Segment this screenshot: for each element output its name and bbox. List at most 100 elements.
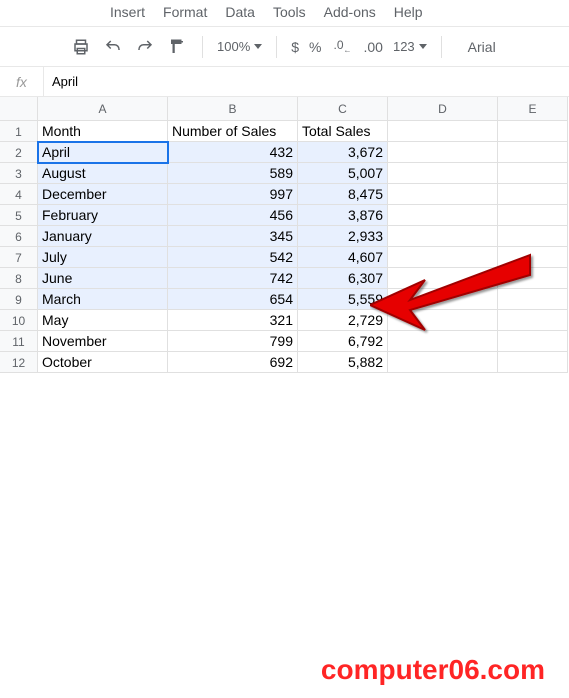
cell-A6[interactable]: January — [38, 226, 168, 247]
cell-B7[interactable]: 542 — [168, 247, 298, 268]
cell-A7[interactable]: July — [38, 247, 168, 268]
print-icon[interactable] — [70, 36, 92, 58]
cell-B8[interactable]: 742 — [168, 268, 298, 289]
cell-B11[interactable]: 799 — [168, 331, 298, 352]
cell-C6[interactable]: 2,933 — [298, 226, 388, 247]
spreadsheet-grid[interactable]: A B C D E 1 Month Number of Sales Total … — [0, 97, 569, 373]
cell-A4[interactable]: December — [38, 184, 168, 205]
cell-E6[interactable] — [498, 226, 568, 247]
cell-D5[interactable] — [388, 205, 498, 226]
cell-D7[interactable] — [388, 247, 498, 268]
cell-C3[interactable]: 5,007 — [298, 163, 388, 184]
separator — [202, 36, 203, 58]
cell-C10[interactable]: 2,729 — [298, 310, 388, 331]
cell-A11[interactable]: November — [38, 331, 168, 352]
row-header-10[interactable]: 10 — [0, 310, 38, 331]
cell-C8[interactable]: 6,307 — [298, 268, 388, 289]
cell-B1[interactable]: Number of Sales — [168, 121, 298, 142]
cell-C9[interactable]: 5,559 — [298, 289, 388, 310]
formula-input[interactable]: April — [44, 67, 569, 96]
cell-B3[interactable]: 589 — [168, 163, 298, 184]
font-selector[interactable]: Arial — [468, 39, 496, 55]
col-header-c[interactable]: C — [298, 97, 388, 121]
cell-E7[interactable] — [498, 247, 568, 268]
cell-D2[interactable] — [388, 142, 498, 163]
cell-A2[interactable]: April — [38, 142, 168, 163]
menu-help[interactable]: Help — [394, 4, 423, 20]
cell-C11[interactable]: 6,792 — [298, 331, 388, 352]
row-header-9[interactable]: 9 — [0, 289, 38, 310]
col-header-b[interactable]: B — [168, 97, 298, 121]
cell-C1[interactable]: Total Sales — [298, 121, 388, 142]
cell-A1[interactable]: Month — [38, 121, 168, 142]
menu-tools[interactable]: Tools — [273, 4, 306, 20]
cell-D4[interactable] — [388, 184, 498, 205]
menu-format[interactable]: Format — [163, 4, 207, 20]
cell-D12[interactable] — [388, 352, 498, 373]
increase-decimal[interactable]: .00 — [364, 39, 383, 55]
cell-D3[interactable] — [388, 163, 498, 184]
cell-A10[interactable]: May — [38, 310, 168, 331]
select-all-corner[interactable] — [0, 97, 38, 121]
cell-A12[interactable]: October — [38, 352, 168, 373]
more-formats-dropdown[interactable]: 123 — [393, 39, 427, 54]
cell-A8[interactable]: June — [38, 268, 168, 289]
redo-icon[interactable] — [134, 36, 156, 58]
cell-C12[interactable]: 5,882 — [298, 352, 388, 373]
col-header-a[interactable]: A — [38, 97, 168, 121]
zoom-dropdown[interactable]: 100% — [217, 39, 262, 54]
cell-C5[interactable]: 3,876 — [298, 205, 388, 226]
cell-C7[interactable]: 4,607 — [298, 247, 388, 268]
menu-data[interactable]: Data — [225, 4, 255, 20]
cell-E11[interactable] — [498, 331, 568, 352]
decrease-decimal-icon[interactable]: .0← — [332, 36, 354, 58]
row-header-4[interactable]: 4 — [0, 184, 38, 205]
cell-E1[interactable] — [498, 121, 568, 142]
format-percent[interactable]: % — [309, 39, 321, 55]
cell-B10[interactable]: 321 — [168, 310, 298, 331]
cell-B12[interactable]: 692 — [168, 352, 298, 373]
cell-E12[interactable] — [498, 352, 568, 373]
format-currency[interactable]: $ — [291, 39, 299, 55]
cell-D9[interactable] — [388, 289, 498, 310]
col-header-d[interactable]: D — [388, 97, 498, 121]
menu-insert[interactable]: Insert — [110, 4, 145, 20]
cell-B9[interactable]: 654 — [168, 289, 298, 310]
undo-icon[interactable] — [102, 36, 124, 58]
cell-E4[interactable] — [498, 184, 568, 205]
row-header-8[interactable]: 8 — [0, 268, 38, 289]
cell-E8[interactable] — [498, 268, 568, 289]
cell-D8[interactable] — [388, 268, 498, 289]
cell-E10[interactable] — [498, 310, 568, 331]
cell-B4[interactable]: 997 — [168, 184, 298, 205]
cell-D6[interactable] — [388, 226, 498, 247]
paint-format-icon[interactable] — [166, 36, 188, 58]
cell-C4[interactable]: 8,475 — [298, 184, 388, 205]
row-header-1[interactable]: 1 — [0, 121, 38, 142]
cell-D1[interactable] — [388, 121, 498, 142]
cell-A9[interactable]: March — [38, 289, 168, 310]
row-header-11[interactable]: 11 — [0, 331, 38, 352]
row-header-7[interactable]: 7 — [0, 247, 38, 268]
cell-A5[interactable]: February — [38, 205, 168, 226]
cell-E3[interactable] — [498, 163, 568, 184]
cell-B5[interactable]: 456 — [168, 205, 298, 226]
cell-A3[interactable]: August — [38, 163, 168, 184]
row-header-5[interactable]: 5 — [0, 205, 38, 226]
cell-E5[interactable] — [498, 205, 568, 226]
cell-B6[interactable]: 345 — [168, 226, 298, 247]
col-header-e[interactable]: E — [498, 97, 568, 121]
cell-D10[interactable] — [388, 310, 498, 331]
row-header-3[interactable]: 3 — [0, 163, 38, 184]
cell-E2[interactable] — [498, 142, 568, 163]
cell-B2[interactable]: 432 — [168, 142, 298, 163]
row-header-12[interactable]: 12 — [0, 352, 38, 373]
row-header-6[interactable]: 6 — [0, 226, 38, 247]
menu-addons[interactable]: Add-ons — [324, 4, 376, 20]
cell-E9[interactable] — [498, 289, 568, 310]
fill-handle[interactable] — [384, 306, 390, 312]
cell-C2[interactable]: 3,672 — [298, 142, 388, 163]
row-header-2[interactable]: 2 — [0, 142, 38, 163]
cell-D11[interactable] — [388, 331, 498, 352]
formula-bar: fx April — [0, 67, 569, 97]
